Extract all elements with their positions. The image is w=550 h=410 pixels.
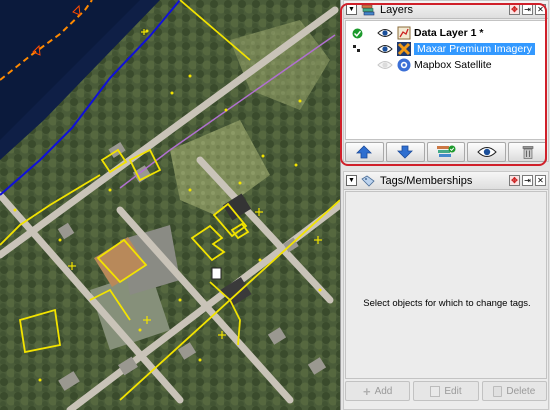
layer-name: Maxar Premium Imagery [414,43,535,55]
visibility-eye-icon[interactable] [376,44,394,54]
tags-title: Tags/Memberships [380,174,473,187]
plus-icon: + [362,383,371,399]
tags-empty-message: Select objects for which to change tags. [363,298,531,309]
delete-icon [522,146,533,159]
toggle-visibility-button[interactable] [467,142,507,162]
move-up-icon [356,145,373,159]
layer-row-maxar[interactable]: Maxar Premium Imagery [346,41,546,57]
tags-titlebar: ▼ Tags/Memberships ✥ ⇥ ✕ [344,172,548,190]
active-check-icon [346,28,368,39]
tag-icon [361,175,375,187]
tags-content: Select objects for which to change tags. [345,191,547,379]
imagery-layer-icon [397,58,411,72]
layers-toolbar [345,142,547,162]
layer-name: Data Layer 1 * [414,27,484,39]
visibility-eye-icon[interactable] [376,28,394,38]
collapse-icon[interactable]: ▼ [346,175,357,186]
layers-stack-icon [361,4,375,16]
move-up-button[interactable] [345,142,384,162]
layer-name: Mapbox Satellite [414,59,492,71]
layers-dialog: ▼ Layers ✥ ⇥ ✕ Data Layer 1 * Maxar Prem… [343,0,549,162]
close-icon[interactable]: ✕ [535,175,546,186]
merge-layer-icon [436,145,456,157]
toggle-visibility-icon [477,147,497,157]
detach-icon[interactable]: ✥ [509,175,520,186]
close-icon[interactable]: ✕ [535,4,546,15]
tags-dialog: ▼ Tags/Memberships ✥ ⇥ ✕ Select objects … [343,171,549,410]
layer-row-data-layer[interactable]: Data Layer 1 * [346,25,546,41]
data-layer-icon [397,26,411,40]
edit-icon [430,385,441,397]
layer-list[interactable]: Data Layer 1 * Maxar Premium Imagery Map… [345,20,547,140]
merge-layer-button[interactable] [426,142,466,162]
trash-icon [493,385,503,397]
collapse-icon[interactable]: ▼ [346,4,357,15]
dock-icon[interactable]: ⇥ [522,175,533,186]
delete-layer-button[interactable] [508,142,547,162]
layers-title: Layers [380,3,414,16]
delete-tag-button[interactable]: Delete [481,381,547,401]
layer-dots-icon [346,44,368,54]
side-panel: ▼ Layers ✥ ⇥ ✕ Data Layer 1 * Maxar Prem… [340,0,550,410]
layer-row-mapbox[interactable]: Mapbox Satellite [346,57,546,73]
move-down-icon [397,145,414,159]
map-view[interactable] [0,0,340,410]
edit-tag-button[interactable]: Edit [413,381,479,401]
move-down-button[interactable] [385,142,425,162]
add-tag-button[interactable]: + Add [345,381,411,401]
hidden-eye-icon[interactable] [376,60,394,70]
dock-icon[interactable]: ⇥ [522,4,533,15]
detach-icon[interactable]: ✥ [509,4,520,15]
layers-titlebar: ▼ Layers ✥ ⇥ ✕ [344,1,548,19]
imagery-layer-icon [397,42,411,56]
tags-toolbar: + Add Edit Delete [345,381,547,401]
satellite-imagery [0,0,340,410]
